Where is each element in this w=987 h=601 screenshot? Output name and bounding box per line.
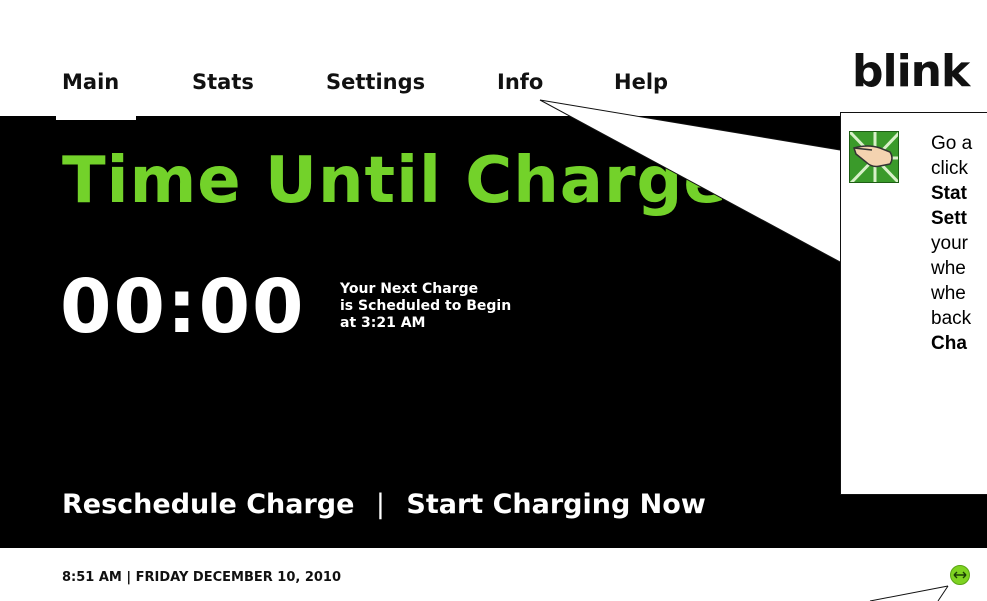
main-panel: Time Until Charge 00:00 Your Next Charge… (0, 116, 987, 548)
nav-main[interactable]: Main (62, 70, 119, 94)
reschedule-charge-button[interactable]: Reschedule Charge (62, 489, 354, 520)
headline: Time Until Charge (62, 144, 728, 218)
tutorial-callout: Go a click Stat Sett your whe whe back C… (840, 112, 987, 495)
callout-line: Stat (931, 183, 967, 204)
footer: 8:51 AM | FRIDAY DECEMBER 10, 2010 (0, 548, 987, 601)
callout-line: back (931, 308, 972, 329)
schedule-line: Your Next Charge (340, 281, 479, 297)
callout-line: click (931, 158, 968, 179)
nav-stats[interactable]: Stats (192, 70, 254, 94)
start-charging-button[interactable]: Start Charging Now (406, 489, 705, 520)
callout-text: Go a click Stat Sett your whe whe back C… (931, 131, 987, 356)
charge-actions: Reschedule Charge | Start Charging Now (62, 489, 706, 520)
countdown-timer: 00:00 (60, 264, 306, 350)
action-separator: | (375, 489, 385, 520)
datetime-display: 8:51 AM | FRIDAY DECEMBER 10, 2010 (62, 570, 342, 585)
active-tab-indicator (56, 112, 136, 120)
nav-settings[interactable]: Settings (326, 70, 425, 94)
schedule-line: at 3:21 AM (340, 315, 426, 331)
blink-logo: blink (852, 46, 970, 97)
schedule-line: is Scheduled to Begin (340, 298, 512, 314)
schedule-info: Your Next Charge is Scheduled to Begin a… (340, 281, 600, 332)
callout-line: your (931, 233, 968, 254)
callout-line: Cha (931, 333, 967, 354)
expand-arrows-icon[interactable] (950, 565, 970, 585)
callout-line: whe (931, 283, 966, 304)
top-nav: Main Stats Settings Info Help blink (0, 0, 987, 116)
callout-line: whe (931, 258, 966, 279)
nav-help[interactable]: Help (614, 70, 668, 94)
nav-info[interactable]: Info (497, 70, 543, 94)
pointing-hand-icon (849, 131, 899, 183)
callout-line: Go a (931, 133, 973, 154)
callout-line: Sett (931, 208, 967, 229)
